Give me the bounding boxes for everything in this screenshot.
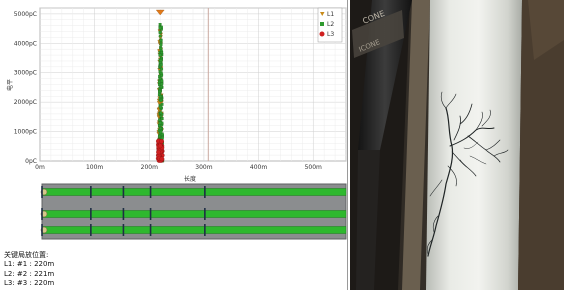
data-point-l3 (157, 143, 163, 149)
x-tick-label: 400m (250, 164, 267, 171)
data-point-l2 (158, 22, 162, 26)
data-point-l2 (158, 77, 162, 80)
legend-marker-l2 (320, 22, 324, 26)
cable-joint-marker (90, 186, 92, 198)
cable-joint-marker (149, 186, 152, 198)
data-point-l2 (159, 39, 163, 42)
locations-title: 关键局放位置: (4, 251, 49, 259)
data-point-l2 (160, 117, 164, 121)
data-point-l3 (159, 139, 164, 144)
data-point-l2 (158, 121, 162, 125)
cable-diagram (40, 183, 347, 240)
series-legend: L1 L2 L3 (317, 7, 343, 43)
pd-analysis-panel: 0pC 1000pC 2000pC 3000pC 4000pC 5000pC 0m 100m 2… (0, 0, 348, 290)
data-point-l2 (159, 43, 163, 47)
data-point-l2 (160, 79, 164, 83)
cable-joint-marker (204, 208, 206, 220)
data-point-l2 (160, 67, 164, 71)
cable-joint-marker (90, 224, 92, 236)
location-l3: L3: #3 : 220m (4, 279, 55, 288)
key-pd-locations: 关键局放位置: L1: #1 : 220m L2: #2 : 221m L3: … (4, 251, 54, 289)
cable-joint-marker (149, 208, 152, 220)
data-point-l2 (159, 63, 163, 67)
cable-core-l3 (41, 226, 347, 234)
data-point-l2 (159, 47, 163, 51)
data-point-l2 (158, 124, 161, 127)
y-tick-label: 4000pC (14, 40, 37, 47)
cable-core-l2 (41, 210, 347, 218)
pd-scatter-plot: 0pC1000pC2000pC3000pC4000pC5000pC0m 100m 2… (6, 7, 347, 183)
data-point-l2 (158, 118, 161, 122)
cable-joint-marker (122, 208, 125, 220)
cable-joint-marker (41, 186, 43, 198)
data-point-l3 (156, 149, 161, 155)
cable-joint-marker (41, 208, 43, 220)
legend-marker-l3 (319, 31, 325, 37)
data-point-l2 (159, 105, 162, 109)
cable-joint-marker (122, 186, 125, 198)
data-point-l2 (158, 95, 162, 98)
location-l2: L2: #2 : 221m (4, 269, 55, 278)
data-point-l2 (159, 85, 163, 89)
cable-joint-marker (122, 224, 125, 236)
data-point-l2 (158, 134, 161, 138)
x-tick-label: 0m (35, 164, 45, 171)
y-axis-label: 电平 (6, 79, 14, 91)
legend-label: L2 (327, 21, 334, 28)
data-point-l2 (158, 26, 162, 30)
data-point-l2 (159, 111, 163, 115)
data-point-l2 (158, 30, 162, 34)
legend-label: L1 (327, 11, 334, 18)
y-tick-label: 3000pC (14, 70, 37, 77)
y-tick-label: 2000pC (14, 99, 37, 106)
cable-joint-marker (90, 208, 92, 220)
cable-defect-photo: CONE ICONE (350, 0, 564, 290)
location-l1: L1: #1 : 220m (4, 260, 55, 269)
x-tick-label: 500m (305, 164, 322, 171)
cable-joint-marker (149, 224, 152, 236)
data-point-l2 (158, 70, 162, 73)
y-tick-label: 5000pC (14, 11, 37, 18)
cable-joint-marker (204, 186, 206, 198)
legend-label: L3 (327, 31, 334, 38)
data-point-l3 (159, 156, 165, 162)
data-point-l2 (159, 130, 163, 134)
cable-core-l1 (41, 188, 347, 196)
data-point-l2 (158, 90, 162, 94)
data-point-l2 (158, 34, 162, 38)
x-tick-label: 100m (86, 164, 103, 171)
data-point-l2 (160, 51, 164, 55)
cable-joint-marker (204, 224, 206, 236)
x-tick-label: 200m (141, 164, 158, 171)
y-tick-label: 1000pC (14, 129, 37, 136)
data-point-l2 (159, 59, 163, 62)
x-tick-label: 300m (195, 164, 212, 171)
data-point-l2 (159, 126, 162, 130)
data-point-l2 (160, 82, 164, 86)
data-point-l2 (159, 99, 163, 102)
data-point-l2 (158, 53, 162, 57)
cable-joint-marker (41, 224, 43, 236)
